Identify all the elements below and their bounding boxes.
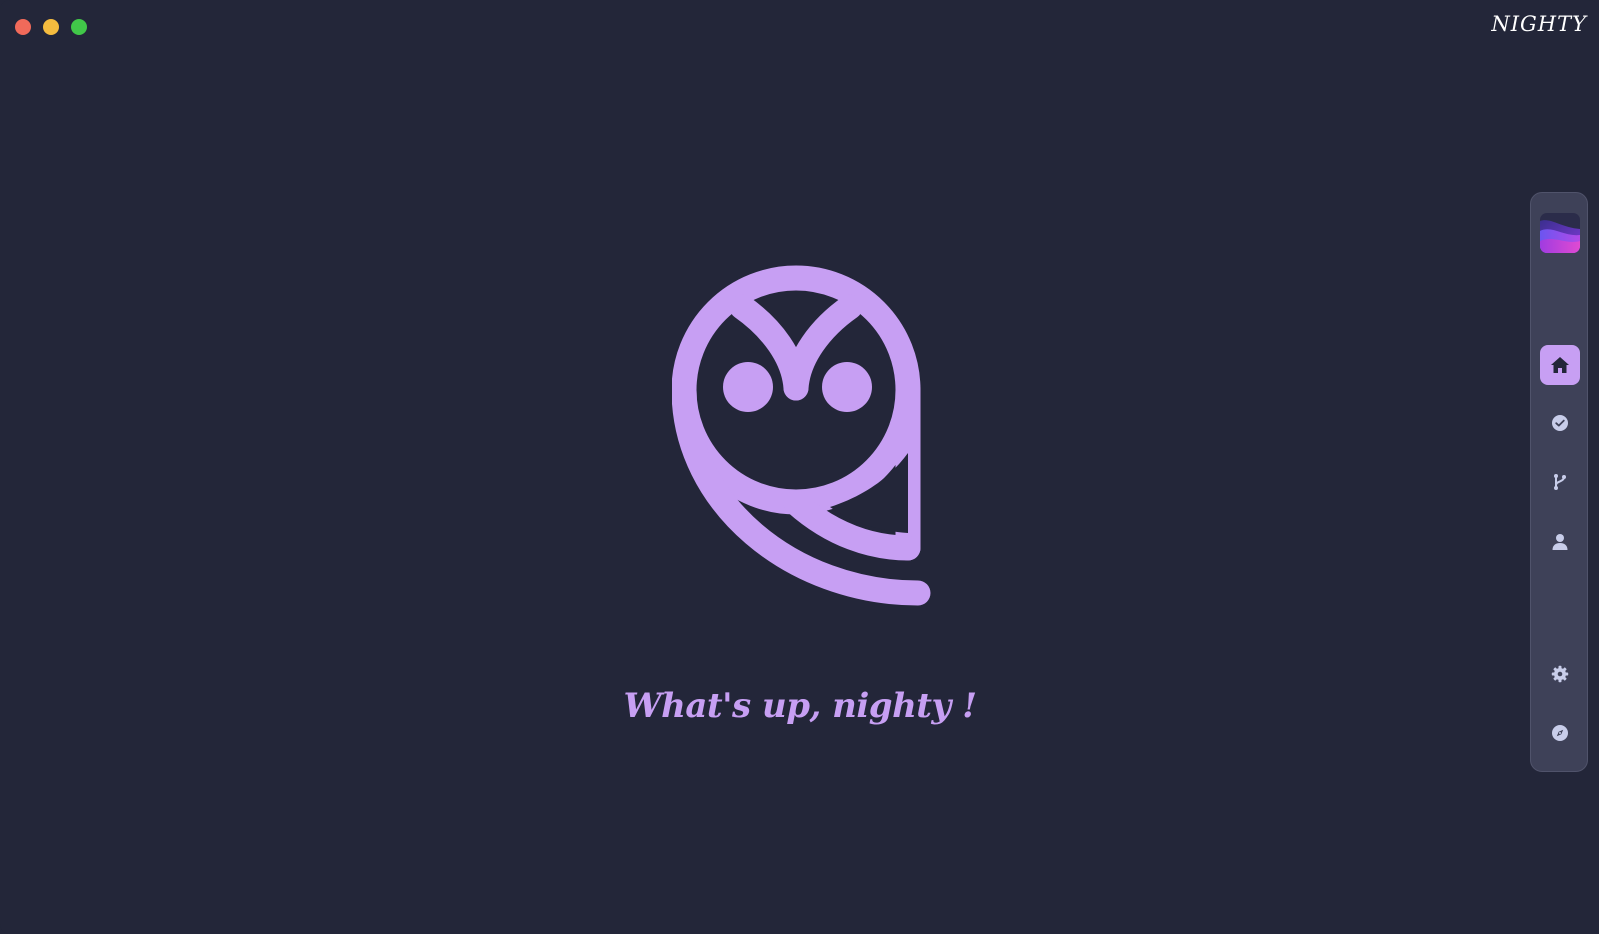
minimize-window-button[interactable] [43,19,59,35]
gear-icon [1551,665,1569,683]
home-icon [1551,357,1569,373]
profile-avatar[interactable] [1540,213,1580,253]
window-controls [15,19,87,35]
dock-tasks-button[interactable] [1540,403,1580,443]
brand-logo-text: NIGHTY [1491,12,1587,36]
close-window-button[interactable] [15,19,31,35]
dock-explore-button[interactable] [1540,713,1580,753]
dock-branch-button[interactable] [1540,462,1580,502]
side-dock [1530,192,1588,772]
owl-logo-icon [672,265,931,606]
git-branch-icon [1554,474,1566,490]
dock-settings-button[interactable] [1540,654,1580,694]
compass-icon [1552,725,1568,741]
maximize-window-button[interactable] [71,19,87,35]
user-icon [1552,534,1568,550]
avatar-image [1540,213,1580,253]
dock-profile-button[interactable] [1540,522,1580,562]
dock-home-button[interactable] [1540,345,1580,385]
app-window: NIGHTY What's up, nighty ! [0,0,1599,934]
check-circle-icon [1552,415,1568,431]
greeting-text: What's up, nighty ! [623,686,977,726]
